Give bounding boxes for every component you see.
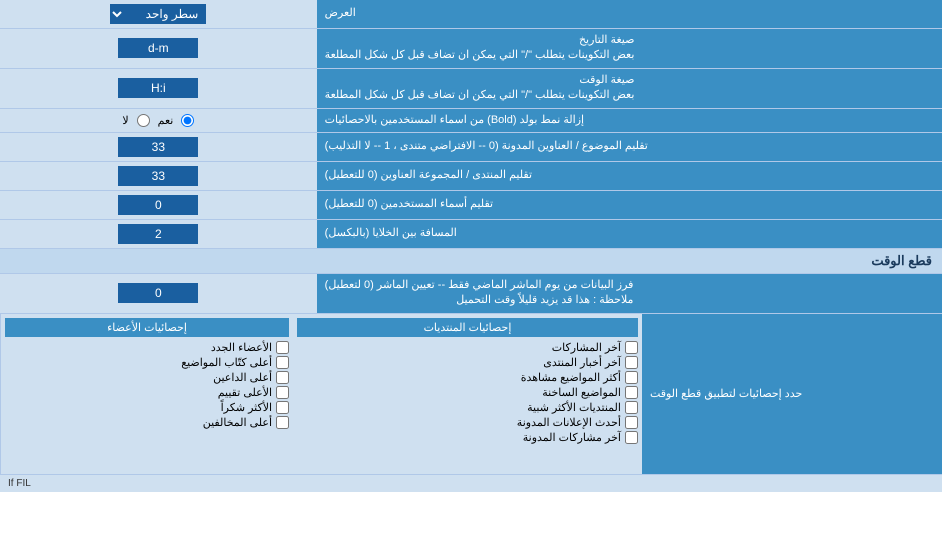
checkbox-item: المواضيع الساخنة bbox=[297, 385, 638, 400]
checkbox-item: الأعضاء الجدد bbox=[5, 340, 289, 355]
col2-title: إحصائيات الأعضاء bbox=[5, 318, 289, 337]
cut-time-input[interactable] bbox=[118, 283, 198, 303]
cb-col1-6-label: آخر مشاركات المدونة bbox=[523, 431, 621, 444]
checkbox-col1: إحصائيات المنتديات آخر المشاركات آخر أخب… bbox=[293, 314, 642, 474]
cb-col1-2-label: أكثر المواضيع مشاهدة bbox=[521, 371, 621, 384]
footer-text: If FIL bbox=[0, 474, 942, 492]
cut-section-header: قطع الوقت bbox=[0, 249, 942, 274]
forum-align-input-cell bbox=[0, 162, 317, 190]
time-format-row: صيغة الوقت بعض التكوينات يتطلب "/" التي … bbox=[0, 69, 942, 109]
display-mode-row: العرض سطر واحدمتعدد الأسطر bbox=[0, 0, 942, 29]
cb-col2-3[interactable] bbox=[276, 386, 289, 399]
topic-align-input[interactable] bbox=[118, 137, 198, 157]
cb-col2-1[interactable] bbox=[276, 356, 289, 369]
cell-spacing-input[interactable] bbox=[118, 224, 198, 244]
time-format-input[interactable] bbox=[118, 78, 198, 98]
usernames-align-label: تقليم أسماء المستخدمين (0 للتعطيل) bbox=[317, 191, 942, 219]
cut-time-label: فرز البيانات من يوم الماشر الماضي فقط --… bbox=[317, 274, 942, 313]
cell-spacing-row: المسافة بين الخلايا (بالبكسل) bbox=[0, 220, 942, 249]
limit-label-text: حدد إحصائيات لتطبيق قطع الوقت bbox=[650, 387, 802, 400]
cb-col2-0[interactable] bbox=[276, 341, 289, 354]
display-mode-label: العرض bbox=[317, 0, 942, 28]
bold-remove-input-cell: نعم لا bbox=[0, 109, 317, 132]
topic-align-row: تقليم الموضوع / العناوين المدونة (0 -- ا… bbox=[0, 133, 942, 162]
checkbox-item: آخر المشاركات bbox=[297, 340, 638, 355]
checkbox-item: أعلى الداعين bbox=[5, 370, 289, 385]
display-mode-select[interactable]: سطر واحدمتعدد الأسطر bbox=[110, 4, 206, 24]
cell-spacing-input-cell bbox=[0, 220, 317, 248]
date-format-row: صيغة التاريخ بعض التكوينات يتطلب "/" الت… bbox=[0, 29, 942, 69]
cut-time-input-cell bbox=[0, 274, 317, 313]
bold-radio-group: نعم لا bbox=[122, 114, 194, 127]
checkbox-section: حدد إحصائيات لتطبيق قطع الوقت إحصائيات ا… bbox=[0, 314, 942, 474]
usernames-align-row: تقليم أسماء المستخدمين (0 للتعطيل) bbox=[0, 191, 942, 220]
forum-align-row: تقليم المنتدى / المجموعة العناوين (0 للت… bbox=[0, 162, 942, 191]
cb-col1-3[interactable] bbox=[625, 386, 638, 399]
usernames-align-input-cell bbox=[0, 191, 317, 219]
cb-col2-4-label: الأكثر شكراً bbox=[221, 401, 272, 414]
date-format-input[interactable] bbox=[118, 38, 198, 58]
bold-remove-row: إزالة نمط بولد (Bold) من اسماء المستخدمي… bbox=[0, 109, 942, 133]
usernames-align-input[interactable] bbox=[118, 195, 198, 215]
cb-col1-1-label: آخر أخبار المنتدى bbox=[543, 356, 621, 369]
cell-spacing-label: المسافة بين الخلايا (بالبكسل) bbox=[317, 220, 942, 248]
cb-col1-4[interactable] bbox=[625, 401, 638, 414]
cb-col2-3-label: الأعلى تقييم bbox=[218, 386, 272, 399]
cb-col2-5[interactable] bbox=[276, 416, 289, 429]
bold-no-radio[interactable] bbox=[137, 114, 150, 127]
time-format-label: صيغة الوقت بعض التكوينات يتطلب "/" التي … bbox=[317, 69, 942, 108]
bold-yes-radio[interactable] bbox=[181, 114, 194, 127]
cb-col1-1[interactable] bbox=[625, 356, 638, 369]
bold-yes-label: نعم bbox=[158, 114, 174, 127]
cb-col1-5[interactable] bbox=[625, 416, 638, 429]
cut-time-row: فرز البيانات من يوم الماشر الماضي فقط --… bbox=[0, 274, 942, 314]
cb-col1-3-label: المواضيع الساخنة bbox=[542, 386, 621, 399]
checkbox-col2: إحصائيات الأعضاء الأعضاء الجدد أعلى كتّا… bbox=[0, 314, 293, 474]
topic-align-input-cell bbox=[0, 133, 317, 161]
topic-align-label: تقليم الموضوع / العناوين المدونة (0 -- ا… bbox=[317, 133, 942, 161]
cb-col1-5-label: أحدث الإعلانات المدونة bbox=[517, 416, 621, 429]
cb-col2-2-label: أعلى الداعين bbox=[213, 371, 272, 384]
bold-remove-label: إزالة نمط بولد (Bold) من اسماء المستخدمي… bbox=[317, 109, 942, 132]
limit-label-cell: حدد إحصائيات لتطبيق قطع الوقت bbox=[642, 314, 942, 474]
cb-col1-0-label: آخر المشاركات bbox=[552, 341, 621, 354]
checkbox-item: آخر أخبار المنتدى bbox=[297, 355, 638, 370]
checkbox-item: أكثر المواضيع مشاهدة bbox=[297, 370, 638, 385]
checkbox-item: أعلى المخالفين bbox=[5, 415, 289, 430]
cb-col1-2[interactable] bbox=[625, 371, 638, 384]
col1-title: إحصائيات المنتديات bbox=[297, 318, 638, 337]
checkbox-item: الأكثر شكراً bbox=[5, 400, 289, 415]
time-format-input-cell bbox=[0, 69, 317, 108]
cb-col2-0-label: الأعضاء الجدد bbox=[211, 341, 272, 354]
date-format-input-cell bbox=[0, 29, 317, 68]
checkbox-item: الأعلى تقييم bbox=[5, 385, 289, 400]
bold-no-label: لا bbox=[122, 114, 128, 127]
cb-col1-4-label: المنتديات الأكثر شبية bbox=[527, 401, 621, 414]
cb-col2-2[interactable] bbox=[276, 371, 289, 384]
date-format-label: صيغة التاريخ بعض التكوينات يتطلب "/" الت… bbox=[317, 29, 942, 68]
display-mode-input-cell: سطر واحدمتعدد الأسطر bbox=[0, 0, 317, 28]
checkbox-item: المنتديات الأكثر شبية bbox=[297, 400, 638, 415]
checkbox-item: آخر مشاركات المدونة bbox=[297, 430, 638, 445]
cb-col2-5-label: أعلى المخالفين bbox=[203, 416, 272, 429]
cb-col2-1-label: أعلى كتّاب المواضيع bbox=[181, 356, 272, 369]
cb-col2-4[interactable] bbox=[276, 401, 289, 414]
checkbox-item: أحدث الإعلانات المدونة bbox=[297, 415, 638, 430]
cb-col1-0[interactable] bbox=[625, 341, 638, 354]
forum-align-input[interactable] bbox=[118, 166, 198, 186]
cb-col1-6[interactable] bbox=[625, 431, 638, 444]
checkbox-item: أعلى كتّاب المواضيع bbox=[5, 355, 289, 370]
forum-align-label: تقليم المنتدى / المجموعة العناوين (0 للت… bbox=[317, 162, 942, 190]
